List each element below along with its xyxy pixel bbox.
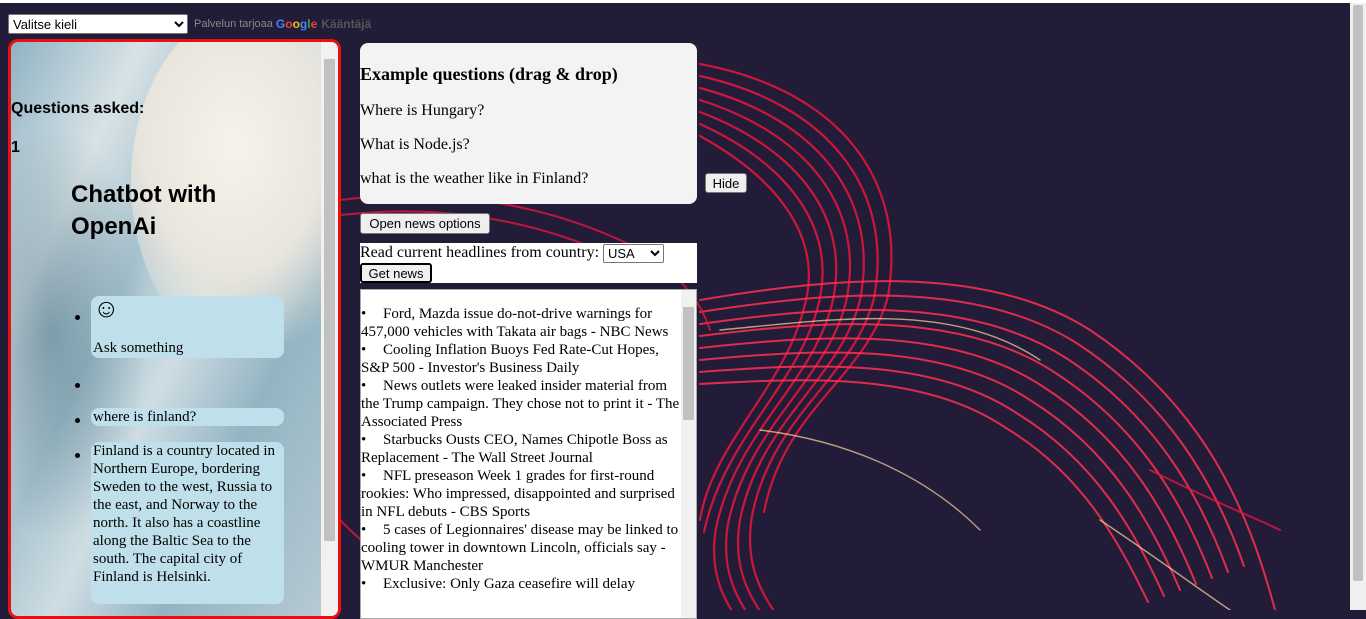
page-scrollbar-thumb[interactable] [1353, 5, 1363, 581]
headline-item: • NFL preseason Week 1 grades for first-r… [361, 468, 675, 520]
country-label: Read current headlines from country: [360, 244, 600, 261]
headline-text: Ford, Mazda issue do-not-drive warnings … [361, 306, 669, 340]
translate-link[interactable]: Kääntäjä [321, 17, 371, 31]
example-question-hungary[interactable]: Where is Hungary? [360, 102, 484, 120]
greeting-bubble: ☺ Ask something [91, 296, 284, 358]
page-scrollbar[interactable] [1350, 3, 1366, 610]
headline-item: • Exclusive: Only Gaza ceasefire will del… [361, 576, 635, 592]
headline-item: • News outlets were leaked insider materi… [361, 378, 680, 430]
headline-text: Cooling Inflation Buoys Fed Rate-Cut Hop… [361, 342, 659, 376]
list-bullet [75, 453, 80, 458]
powered-by-label: Palvelun tarjoaa [194, 18, 273, 30]
questions-asked-label: Questions asked: [11, 100, 145, 117]
window-top-edge [0, 0, 1366, 3]
list-bullet [75, 383, 80, 388]
example-questions-box: Example questions (drag & drop) Where is… [360, 43, 697, 204]
headline-text: 5 cases of Legionnaires' disease may be … [361, 522, 679, 574]
headline-text: NFL preseason Week 1 grades for first-ro… [361, 468, 675, 520]
open-news-options-button[interactable]: Open news options [360, 213, 490, 234]
country-select[interactable]: USA [603, 244, 664, 263]
list-bullet [75, 418, 80, 423]
greeting-text: Ask something [93, 340, 184, 356]
user-message-bubble: where is finland? [91, 408, 284, 426]
example-question-weather[interactable]: what is the weather like in Finland? [360, 170, 588, 188]
bot-reply-bubble: Finland is a country located in Northern… [91, 442, 284, 604]
chat-panel: Questions asked: 1 Chatbot with OpenAi ☺… [8, 39, 341, 619]
headline-item: • Cooling Inflation Buoys Fed Rate-Cut Ho… [361, 342, 659, 376]
example-question-nodejs[interactable]: What is Node.js? [360, 136, 470, 154]
headline-item: • 5 cases of Legionnaires' disease may be… [361, 522, 679, 574]
headline-text: Starbucks Ousts CEO, Names Chipotle Boss… [361, 432, 668, 466]
questions-asked-count: 1 [11, 139, 20, 156]
headline-text: News outlets were leaked insider materia… [361, 378, 680, 430]
news-scrollbar[interactable] [681, 290, 696, 618]
language-select[interactable]: Valitse kieli [8, 14, 188, 34]
news-scrollbar-thumb[interactable] [683, 307, 694, 420]
smiley-icon: ☺ [93, 294, 120, 323]
news-headlines-box: • Ford, Mazda issue do-not-drive warnings… [360, 289, 697, 619]
hide-button[interactable]: Hide [705, 173, 747, 193]
translate-bar: Valitse kieli Palvelun tarjoaa Google Kä… [8, 14, 371, 34]
headline-list: • Ford, Mazda issue do-not-drive warnings… [361, 305, 681, 593]
get-news-button[interactable]: Get news [360, 263, 432, 283]
chat-scrollbar[interactable] [321, 42, 338, 616]
headline-item: • Ford, Mazda issue do-not-drive warnings… [361, 306, 669, 340]
chat-title: Chatbot with OpenAi [71, 181, 217, 240]
news-controls: Read current headlines from country: USA… [360, 243, 697, 283]
chat-scrollbar-thumb[interactable] [324, 59, 335, 541]
google-logo: Google [275, 17, 318, 31]
headline-text: Exclusive: Only Gaza ceasefire will dela… [383, 576, 635, 592]
example-questions-title: Example questions (drag & drop) [360, 64, 618, 84]
headline-item: • Starbucks Ousts CEO, Names Chipotle Bos… [361, 432, 668, 466]
list-bullet [75, 315, 80, 320]
